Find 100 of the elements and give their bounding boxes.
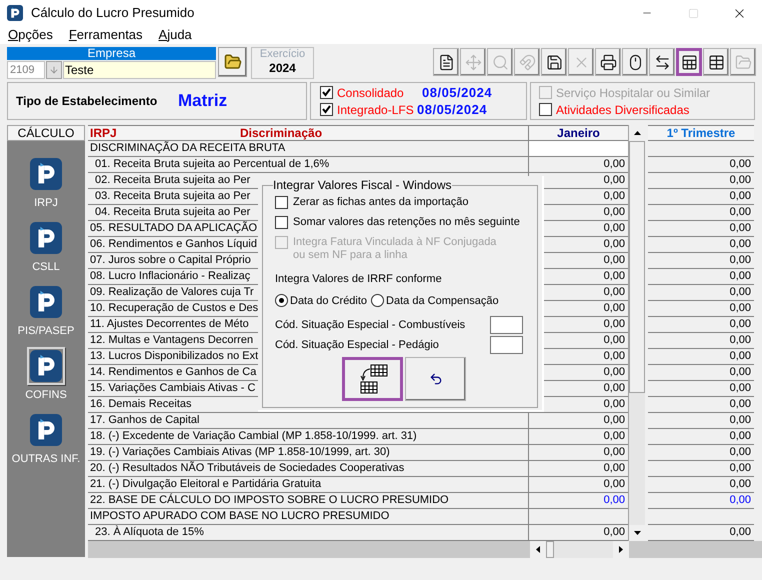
logo-icon xyxy=(30,350,62,382)
activity-label: Serviço Hospitalar ou Similar xyxy=(556,84,710,102)
move-icon xyxy=(464,54,482,70)
down-arrow-icon xyxy=(49,65,59,75)
menu-item[interactable]: Ferramentas xyxy=(68,27,143,43)
value-cell: 0,00 xyxy=(648,397,754,413)
logo-icon xyxy=(30,222,62,254)
scroll-up-icon[interactable] xyxy=(629,125,645,141)
activity-label: Atividades Diversificadas xyxy=(556,102,690,118)
radio-button[interactable] xyxy=(371,294,384,308)
sidebar-item[interactable]: COFINS xyxy=(9,347,83,402)
value-cell: 0,00 xyxy=(648,349,754,365)
sidebar-item[interactable]: IRPJ xyxy=(9,155,83,210)
checkbox[interactable] xyxy=(320,103,333,116)
integration-label: Consolidado xyxy=(337,84,405,102)
value-cell: 0,00 xyxy=(648,221,754,237)
value-cell: 0,00 xyxy=(648,189,754,205)
import-button[interactable] xyxy=(342,357,403,401)
value-cell: 0,00 xyxy=(648,413,754,429)
open-folder-button[interactable] xyxy=(218,47,247,77)
integration-date: 08/05/2024 xyxy=(422,84,492,102)
scroll-thumb[interactable] xyxy=(629,141,645,393)
scroll-right-icon[interactable] xyxy=(613,541,629,558)
row-label: DISCRIMINAÇÃO DA RECEITA BRUTA xyxy=(88,141,528,157)
value-cell: 0,00 xyxy=(648,317,754,333)
value-cell: 0,00 xyxy=(648,445,754,461)
checkbox[interactable] xyxy=(539,103,552,116)
toolbar-button[interactable] xyxy=(649,48,675,76)
logo-icon xyxy=(30,158,62,190)
window-title: Cálculo do Lucro Presumido xyxy=(31,4,194,22)
vertical-scrollbar[interactable] xyxy=(628,125,645,541)
toolbar-button[interactable] xyxy=(433,48,459,76)
year-label: Exercício xyxy=(260,48,306,61)
row-label: 21. (-) Divulgação Eleitoral e Partidária Gratuita xyxy=(88,477,528,493)
value-cell: 0,00 xyxy=(648,429,754,445)
column-title: 1º Trimestre xyxy=(648,125,754,141)
sidebar-item[interactable]: PIS/PASEP xyxy=(9,283,83,338)
folder-icon xyxy=(224,53,242,71)
save-icon xyxy=(546,54,562,70)
column-title: Janeiro xyxy=(529,125,628,141)
checkbox[interactable] xyxy=(275,196,288,209)
logo-icon xyxy=(30,286,62,318)
search-icon xyxy=(492,54,508,70)
integration-date: 08/05/2024 xyxy=(417,100,488,119)
value-cell: 0,00 xyxy=(648,493,754,509)
value-cell: 0,00 xyxy=(648,461,754,477)
sidebar-item[interactable]: CSLL xyxy=(9,219,83,274)
row-label: 01. Receita Bruta sujeita ao Percentual de 1,6% xyxy=(88,157,528,173)
spreadsheet-icon xyxy=(680,54,698,70)
value-cell: 0,00 xyxy=(648,285,754,301)
checkbox[interactable] xyxy=(275,216,288,229)
row-label: 18. (-) Excedente de Variação Cambial (MP 1.858-10/1999. art. 31) xyxy=(88,429,528,445)
value-cell: 0,00 xyxy=(648,301,754,317)
value-cell: 0,00 xyxy=(648,365,754,381)
value-cell: 0,00 xyxy=(648,205,754,221)
horizontal-scrollbar[interactable] xyxy=(530,541,629,558)
row-label: 20. (-) Resultados NÃO Tributáveis de Sociedades Cooperativas xyxy=(88,461,528,477)
year-value: 2024 xyxy=(269,61,296,76)
toolbar-button[interactable] xyxy=(595,48,621,76)
company-name-field[interactable]: Teste xyxy=(63,61,216,79)
app-logo-icon xyxy=(7,5,23,21)
sidebar-title: CÁLCULO xyxy=(7,125,85,141)
undo-button[interactable] xyxy=(405,357,466,401)
row-label: 19. (-) Variações Cambiais Ativas (MP 1.858-10/1999, art. 30) xyxy=(88,445,528,461)
toolbar-button[interactable] xyxy=(703,48,729,76)
value-cell: 0,00 xyxy=(648,173,754,189)
row-label: IMPOSTO APURADO COM BASE NO LUCRO PRESUMIDO xyxy=(88,509,528,525)
magnet-icon xyxy=(518,54,536,70)
field-label: Cód. Situação Especial - Combustíveis xyxy=(275,318,466,333)
menu-item[interactable]: Ajuda xyxy=(158,27,192,43)
company-code-field[interactable]: 2109 xyxy=(7,61,45,79)
value-cell: 0,00 xyxy=(648,253,754,269)
scroll-down-icon[interactable] xyxy=(629,525,645,541)
scroll-left-icon[interactable] xyxy=(530,541,546,558)
irrf-label: Integra Valores de IRRF conforme xyxy=(275,272,443,287)
table-icon xyxy=(708,54,724,70)
menu-item[interactable]: Opções xyxy=(8,27,53,43)
tax-label: IRPJ xyxy=(90,125,118,141)
value-cell: 0,00 xyxy=(648,333,754,349)
integration-label: Integrado-LFS xyxy=(337,102,415,118)
sidebar-item[interactable]: OUTRAS INF. xyxy=(9,411,83,466)
value-cell: 0,00 xyxy=(648,269,754,285)
toolbar-button[interactable] xyxy=(541,48,567,76)
value-cell: 0,00 xyxy=(648,157,754,173)
folder-icon xyxy=(734,54,752,70)
establishment-value: Matriz xyxy=(178,90,228,112)
value-cell: 0,00 xyxy=(648,477,754,493)
printer-icon xyxy=(600,54,616,70)
toolbar-button[interactable] xyxy=(622,48,648,76)
company-label: Empresa xyxy=(7,47,216,60)
checkbox[interactable] xyxy=(320,86,333,99)
establishment-label: Tipo de Estabelecimento xyxy=(16,93,158,110)
input-field[interactable] xyxy=(490,336,523,354)
undo-icon xyxy=(428,372,442,386)
radio-button[interactable] xyxy=(275,294,288,308)
toolbar-button[interactable] xyxy=(676,48,702,76)
row-label: 22. BASE DE CÁLCULO DO IMPOSTO SOBRE O LUCRO PRESUMIDO xyxy=(88,493,528,509)
row-label: 17. Ganhos de Capital xyxy=(88,413,528,429)
input-field[interactable] xyxy=(490,316,523,334)
scroll-thumb[interactable] xyxy=(546,541,554,558)
